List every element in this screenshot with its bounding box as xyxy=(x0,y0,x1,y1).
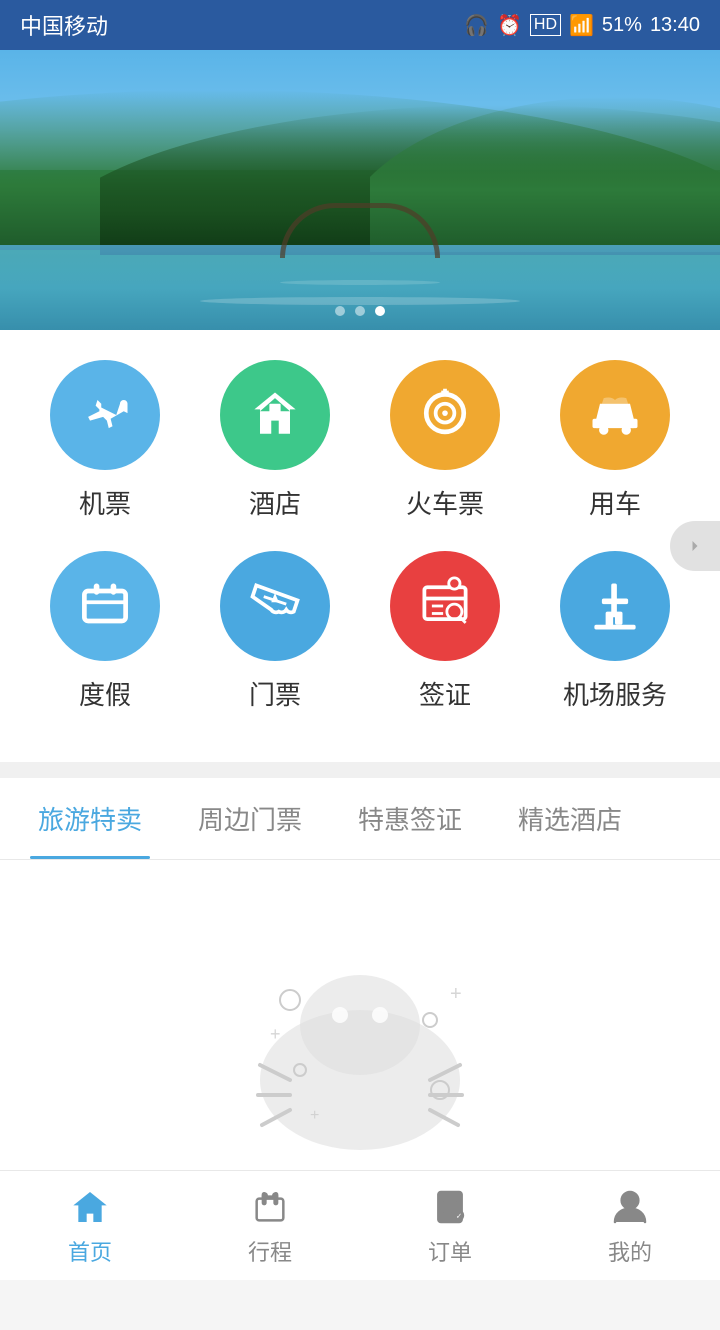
airport-icon-bg xyxy=(560,551,670,661)
nav-item-me[interactable]: 我的 xyxy=(540,1175,720,1277)
car-label: 用车 xyxy=(589,484,641,521)
nav-item-orders[interactable]: ✓ 订单 xyxy=(360,1175,540,1277)
airport-icon xyxy=(585,576,645,636)
battery-label: 51% xyxy=(602,14,642,37)
page-wrapper: 中国移动 🎧 ⏰ HD 📶 51% 13:40 xyxy=(0,0,720,1330)
service-item-flight[interactable]: 机票 xyxy=(35,360,175,521)
visa-icon xyxy=(415,576,475,636)
flight-icon-bg xyxy=(50,360,160,470)
vacation-label: 度假 xyxy=(79,675,131,712)
tab-nearby[interactable]: 周边门票 xyxy=(170,778,330,859)
airport-label: 机场服务 xyxy=(563,675,667,712)
me-nav-label: 我的 xyxy=(608,1235,652,1267)
carrier-label: 中国移动 xyxy=(20,9,108,41)
home-nav-icon xyxy=(68,1185,112,1229)
tab-deals[interactable]: 旅游特卖 xyxy=(10,778,170,859)
hotel-icon xyxy=(245,385,305,445)
home-icon xyxy=(70,1187,110,1227)
car-icon-bg xyxy=(560,360,670,470)
visa-icon-bg xyxy=(390,551,500,661)
service-item-visa[interactable]: 签证 xyxy=(375,551,515,712)
banner-dots xyxy=(335,306,385,316)
train-icon-bg xyxy=(390,360,500,470)
home-nav-label: 首页 xyxy=(68,1235,112,1267)
svg-text:+: + xyxy=(270,1024,281,1044)
train-label: 火车票 xyxy=(406,484,484,521)
banner-bg xyxy=(0,50,720,330)
trips-nav-label: 行程 xyxy=(248,1235,292,1267)
tabs-container: 旅游特卖 周边门票 特惠签证 精选酒店 xyxy=(0,778,720,860)
hd-icon: HD xyxy=(530,14,561,36)
me-nav-icon xyxy=(608,1185,652,1229)
me-icon xyxy=(610,1187,650,1227)
service-row-2: 度假 门票 xyxy=(20,551,700,712)
dot-3[interactable] xyxy=(375,306,385,316)
orders-nav-icon: ✓ xyxy=(428,1185,472,1229)
hero-banner xyxy=(0,50,720,330)
service-grid: 机票 酒店 xyxy=(0,330,720,762)
vacation-icon xyxy=(75,576,135,636)
train-icon xyxy=(415,385,475,445)
hotel-icon-bg xyxy=(220,360,330,470)
alarm-icon: ⏰ xyxy=(497,13,522,38)
dot-1[interactable] xyxy=(335,306,345,316)
svg-text:+: + xyxy=(450,983,462,1005)
empty-illustration: + + + xyxy=(210,920,510,1160)
nav-item-home[interactable]: 首页 xyxy=(0,1175,180,1277)
nav-item-trips[interactable]: 行程 xyxy=(180,1175,360,1277)
tab-hotels[interactable]: 精选酒店 xyxy=(490,778,650,859)
trips-icon xyxy=(250,1187,290,1227)
status-icons: 🎧 ⏰ HD 📶 51% 13:40 xyxy=(464,13,700,38)
main-content: 机票 酒店 xyxy=(0,330,720,1220)
time-label: 13:40 xyxy=(650,14,700,37)
orders-icon: ✓ xyxy=(430,1187,470,1227)
hotel-label: 酒店 xyxy=(249,484,301,521)
service-item-vacation[interactable]: 度假 xyxy=(35,551,175,712)
vacation-icon-bg xyxy=(50,551,160,661)
tabs: 旅游特卖 周边门票 特惠签证 精选酒店 xyxy=(0,778,720,859)
ticket-label: 门票 xyxy=(249,675,301,712)
ticket-icon xyxy=(245,576,305,636)
trips-nav-icon xyxy=(248,1185,292,1229)
svg-text:+: + xyxy=(310,1107,319,1124)
car-icon xyxy=(585,385,645,445)
flight-label: 机票 xyxy=(79,484,131,521)
section-divider xyxy=(0,762,720,778)
tab-visa-deals[interactable]: 特惠签证 xyxy=(330,778,490,859)
signal-icon: 📶 xyxy=(569,13,594,38)
headphone-icon: 🎧 xyxy=(464,13,489,38)
service-item-hotel[interactable]: 酒店 xyxy=(205,360,345,521)
chevron-right-icon xyxy=(685,536,705,556)
service-grid-wrapper: 机票 酒店 xyxy=(0,330,720,762)
plane-icon xyxy=(75,385,135,445)
service-item-airport[interactable]: 机场服务 xyxy=(545,551,685,712)
floating-button[interactable] xyxy=(670,521,720,571)
service-row-1: 机票 酒店 xyxy=(20,360,700,521)
visa-label: 签证 xyxy=(419,675,471,712)
service-item-train[interactable]: 火车票 xyxy=(375,360,515,521)
svg-text:✓: ✓ xyxy=(456,1211,462,1220)
dot-2[interactable] xyxy=(355,306,365,316)
ticket-icon-bg xyxy=(220,551,330,661)
status-bar: 中国移动 🎧 ⏰ HD 📶 51% 13:40 xyxy=(0,0,720,50)
orders-nav-label: 订单 xyxy=(428,1235,472,1267)
service-item-car[interactable]: 用车 xyxy=(545,360,685,521)
service-item-ticket[interactable]: 门票 xyxy=(205,551,345,712)
bottom-nav: 首页 行程 ✓ 订单 xyxy=(0,1170,720,1280)
empty-state: + + + xyxy=(0,860,720,1220)
